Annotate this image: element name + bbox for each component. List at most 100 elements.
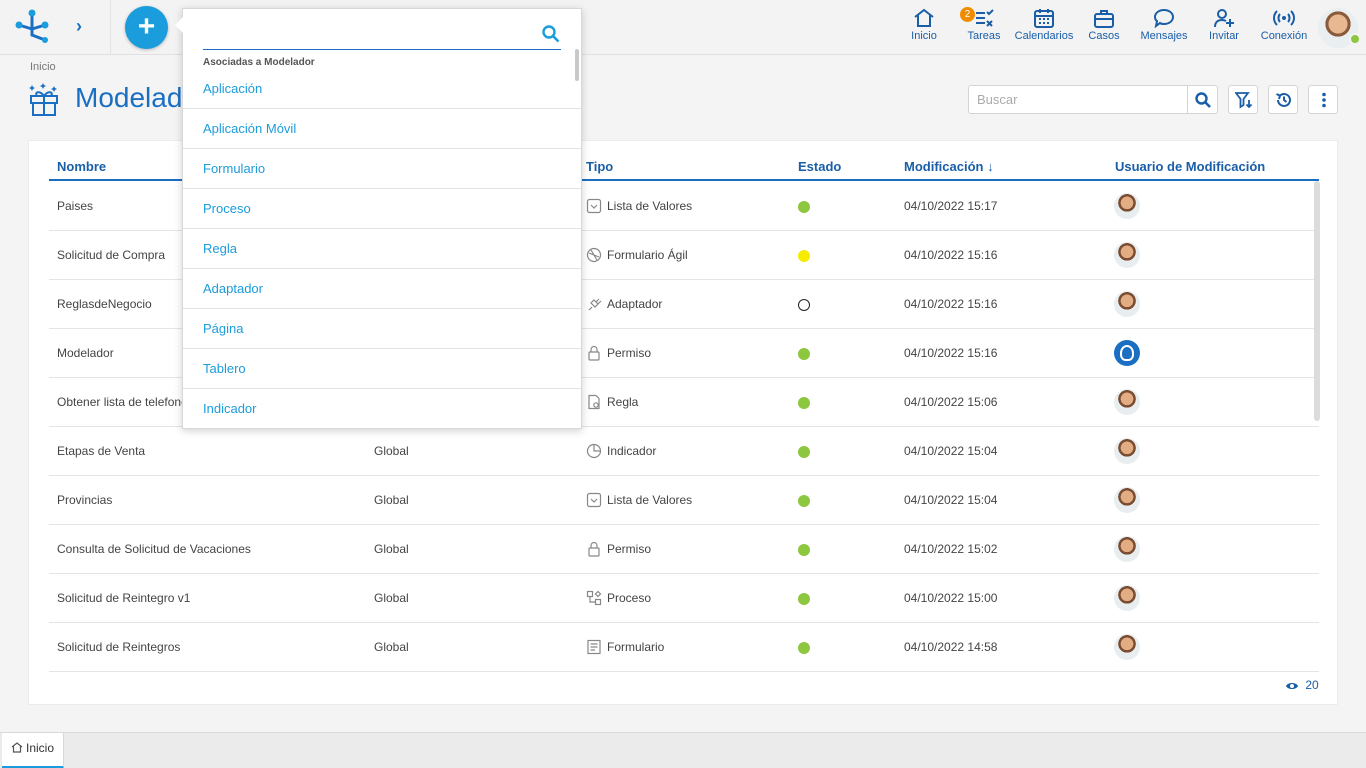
cell-fecha: 04/10/2022 15:17 — [904, 199, 998, 213]
dropdown-search-input[interactable] — [203, 23, 561, 50]
history-button[interactable] — [1268, 85, 1298, 114]
cell-nombre[interactable]: Solicitud de Reintegros — [57, 640, 180, 654]
search-input[interactable] — [968, 85, 1188, 114]
user-avatar[interactable] — [1114, 242, 1140, 268]
filter-button[interactable] — [1228, 85, 1258, 114]
app-logo-icon[interactable] — [14, 9, 50, 43]
cell-nombre[interactable]: ReglasdeNegocio — [57, 297, 152, 311]
modeler-gift-box-icon — [29, 83, 58, 116]
nav-mensajes[interactable]: Mensajes — [1138, 8, 1190, 46]
cell-fecha: 04/10/2022 15:16 — [904, 346, 998, 360]
cell-tipo: Formulario — [607, 640, 665, 654]
column-header-nombre[interactable]: Nombre — [57, 159, 106, 174]
cell-tipo: Regla — [607, 395, 639, 409]
nav-label: Inicio — [911, 30, 937, 42]
nav-label: Casos — [1088, 30, 1120, 42]
table-row[interactable]: Solicitud de Reintegro v1 Global Proceso 04… — [49, 574, 1319, 623]
cell-fecha: 04/10/2022 15:02 — [904, 542, 998, 556]
dropdown-scrollbar[interactable] — [575, 49, 579, 81]
table-row[interactable]: Solicitud de Reintegros Global Formulario 0… — [49, 623, 1319, 672]
breadcrumb[interactable]: Inicio — [30, 61, 56, 73]
table-row[interactable]: Consulta de Solicitud de Vacaciones Globa… — [49, 525, 1319, 574]
status-dot — [798, 250, 810, 262]
search-button[interactable] — [1188, 85, 1218, 114]
dropdown-item[interactable]: Regla — [183, 229, 581, 269]
dropdown-section-label: Asociadas a Modelador — [203, 57, 315, 68]
dropdown-item[interactable]: Proceso — [183, 189, 581, 229]
status-dot — [798, 299, 810, 311]
dropdown-item[interactable]: Tablero — [183, 349, 581, 389]
user-avatar[interactable] — [1114, 193, 1140, 219]
bottom-tab-bar: Inicio — [0, 732, 1366, 768]
search-icon[interactable] — [541, 24, 561, 44]
column-header-tipo[interactable]: Tipo — [586, 159, 613, 174]
column-header-estado[interactable]: Estado — [798, 159, 841, 174]
cell-ambito: Global — [374, 444, 409, 458]
invite-user-icon — [1214, 9, 1234, 28]
user-avatar[interactable] — [1114, 634, 1140, 660]
home-icon — [11, 742, 23, 753]
cell-nombre[interactable]: Paises — [57, 199, 93, 213]
add-button[interactable]: + — [125, 6, 168, 49]
type-icon — [586, 443, 602, 459]
type-icon — [586, 198, 602, 214]
cell-nombre[interactable]: Consulta de Solicitud de Vacaciones — [57, 542, 251, 556]
nav-label: Tareas — [967, 30, 1001, 42]
column-header-modificacion[interactable]: Modificación ↓ — [904, 159, 994, 174]
cell-nombre[interactable]: Obtener lista de telefonos — [57, 395, 194, 409]
cell-fecha: 04/10/2022 15:04 — [904, 444, 998, 458]
cell-fecha: 04/10/2022 15:00 — [904, 591, 998, 605]
status-dot — [798, 495, 810, 507]
table-row[interactable]: Provincias Global Lista de Valores 04/10/20… — [49, 476, 1319, 525]
cell-ambito: Global — [374, 493, 409, 507]
nav-casos[interactable]: Casos — [1086, 8, 1122, 46]
user-avatar[interactable] — [1114, 536, 1140, 562]
dropdown-item[interactable]: Adaptador — [183, 269, 581, 309]
nav-label: Conexión — [1260, 30, 1308, 42]
user-avatar[interactable] — [1114, 389, 1140, 415]
status-dot — [798, 397, 810, 409]
eye-icon — [1286, 683, 1298, 689]
views-count: 20 — [1305, 678, 1319, 692]
user-avatar[interactable] — [1114, 291, 1140, 317]
nav-label: Calendarios — [1014, 30, 1074, 42]
nav-tareas[interactable]: 2 Tareas — [960, 7, 1004, 46]
sort-descending-arrow-icon: ↓ — [987, 159, 994, 174]
status-dot — [798, 593, 810, 605]
system-user-avatar[interactable] — [1114, 340, 1140, 366]
user-avatar[interactable] — [1114, 487, 1140, 513]
tab-label: Inicio — [26, 741, 55, 755]
dropdown-item[interactable]: Aplicación Móvil — [183, 109, 581, 149]
connection-icon — [1273, 10, 1295, 26]
nav-conexion[interactable]: Conexión — [1258, 8, 1310, 46]
tab-inicio[interactable]: Inicio — [2, 733, 64, 768]
tasks-icon — [976, 9, 994, 27]
dropdown-item[interactable]: Indicador — [183, 389, 581, 429]
cell-tipo: Lista de Valores — [607, 199, 693, 213]
more-options-button[interactable] — [1308, 85, 1338, 114]
nav-inicio[interactable]: Inicio — [904, 8, 944, 46]
table-row[interactable]: Etapas de Venta Global Indicador 04/10/2022… — [49, 427, 1319, 476]
cell-tipo: Indicador — [607, 444, 657, 458]
dropdown-item[interactable]: Aplicación — [183, 69, 581, 109]
dropdown-item[interactable]: Página — [183, 309, 581, 349]
dropdown-item[interactable]: Formulario — [183, 149, 581, 189]
cell-nombre[interactable]: Solicitud de Reintegro v1 — [57, 591, 190, 605]
user-avatar[interactable] — [1114, 585, 1140, 611]
cell-tipo: Formulario Ágil — [607, 248, 688, 262]
online-status-indicator — [1349, 33, 1361, 45]
cell-tipo: Lista de Valores — [607, 493, 693, 507]
table-scrollbar[interactable] — [1314, 181, 1320, 421]
user-avatar[interactable] — [1114, 438, 1140, 464]
nav-invitar[interactable]: Invitar — [1204, 8, 1244, 46]
nav-calendarios[interactable]: Calendarios — [1012, 8, 1076, 46]
type-icon — [588, 541, 600, 557]
column-header-usuario[interactable]: Usuario de Modificación — [1115, 159, 1265, 174]
type-icon — [588, 345, 600, 361]
cell-nombre[interactable]: Modelador — [57, 346, 114, 360]
cell-nombre[interactable]: Solicitud de Compra — [57, 248, 165, 262]
expand-menu-chevron-icon[interactable]: › — [76, 16, 92, 36]
history-icon — [1276, 92, 1291, 107]
cell-nombre[interactable]: Etapas de Venta — [57, 444, 145, 458]
cell-nombre[interactable]: Provincias — [57, 493, 112, 507]
